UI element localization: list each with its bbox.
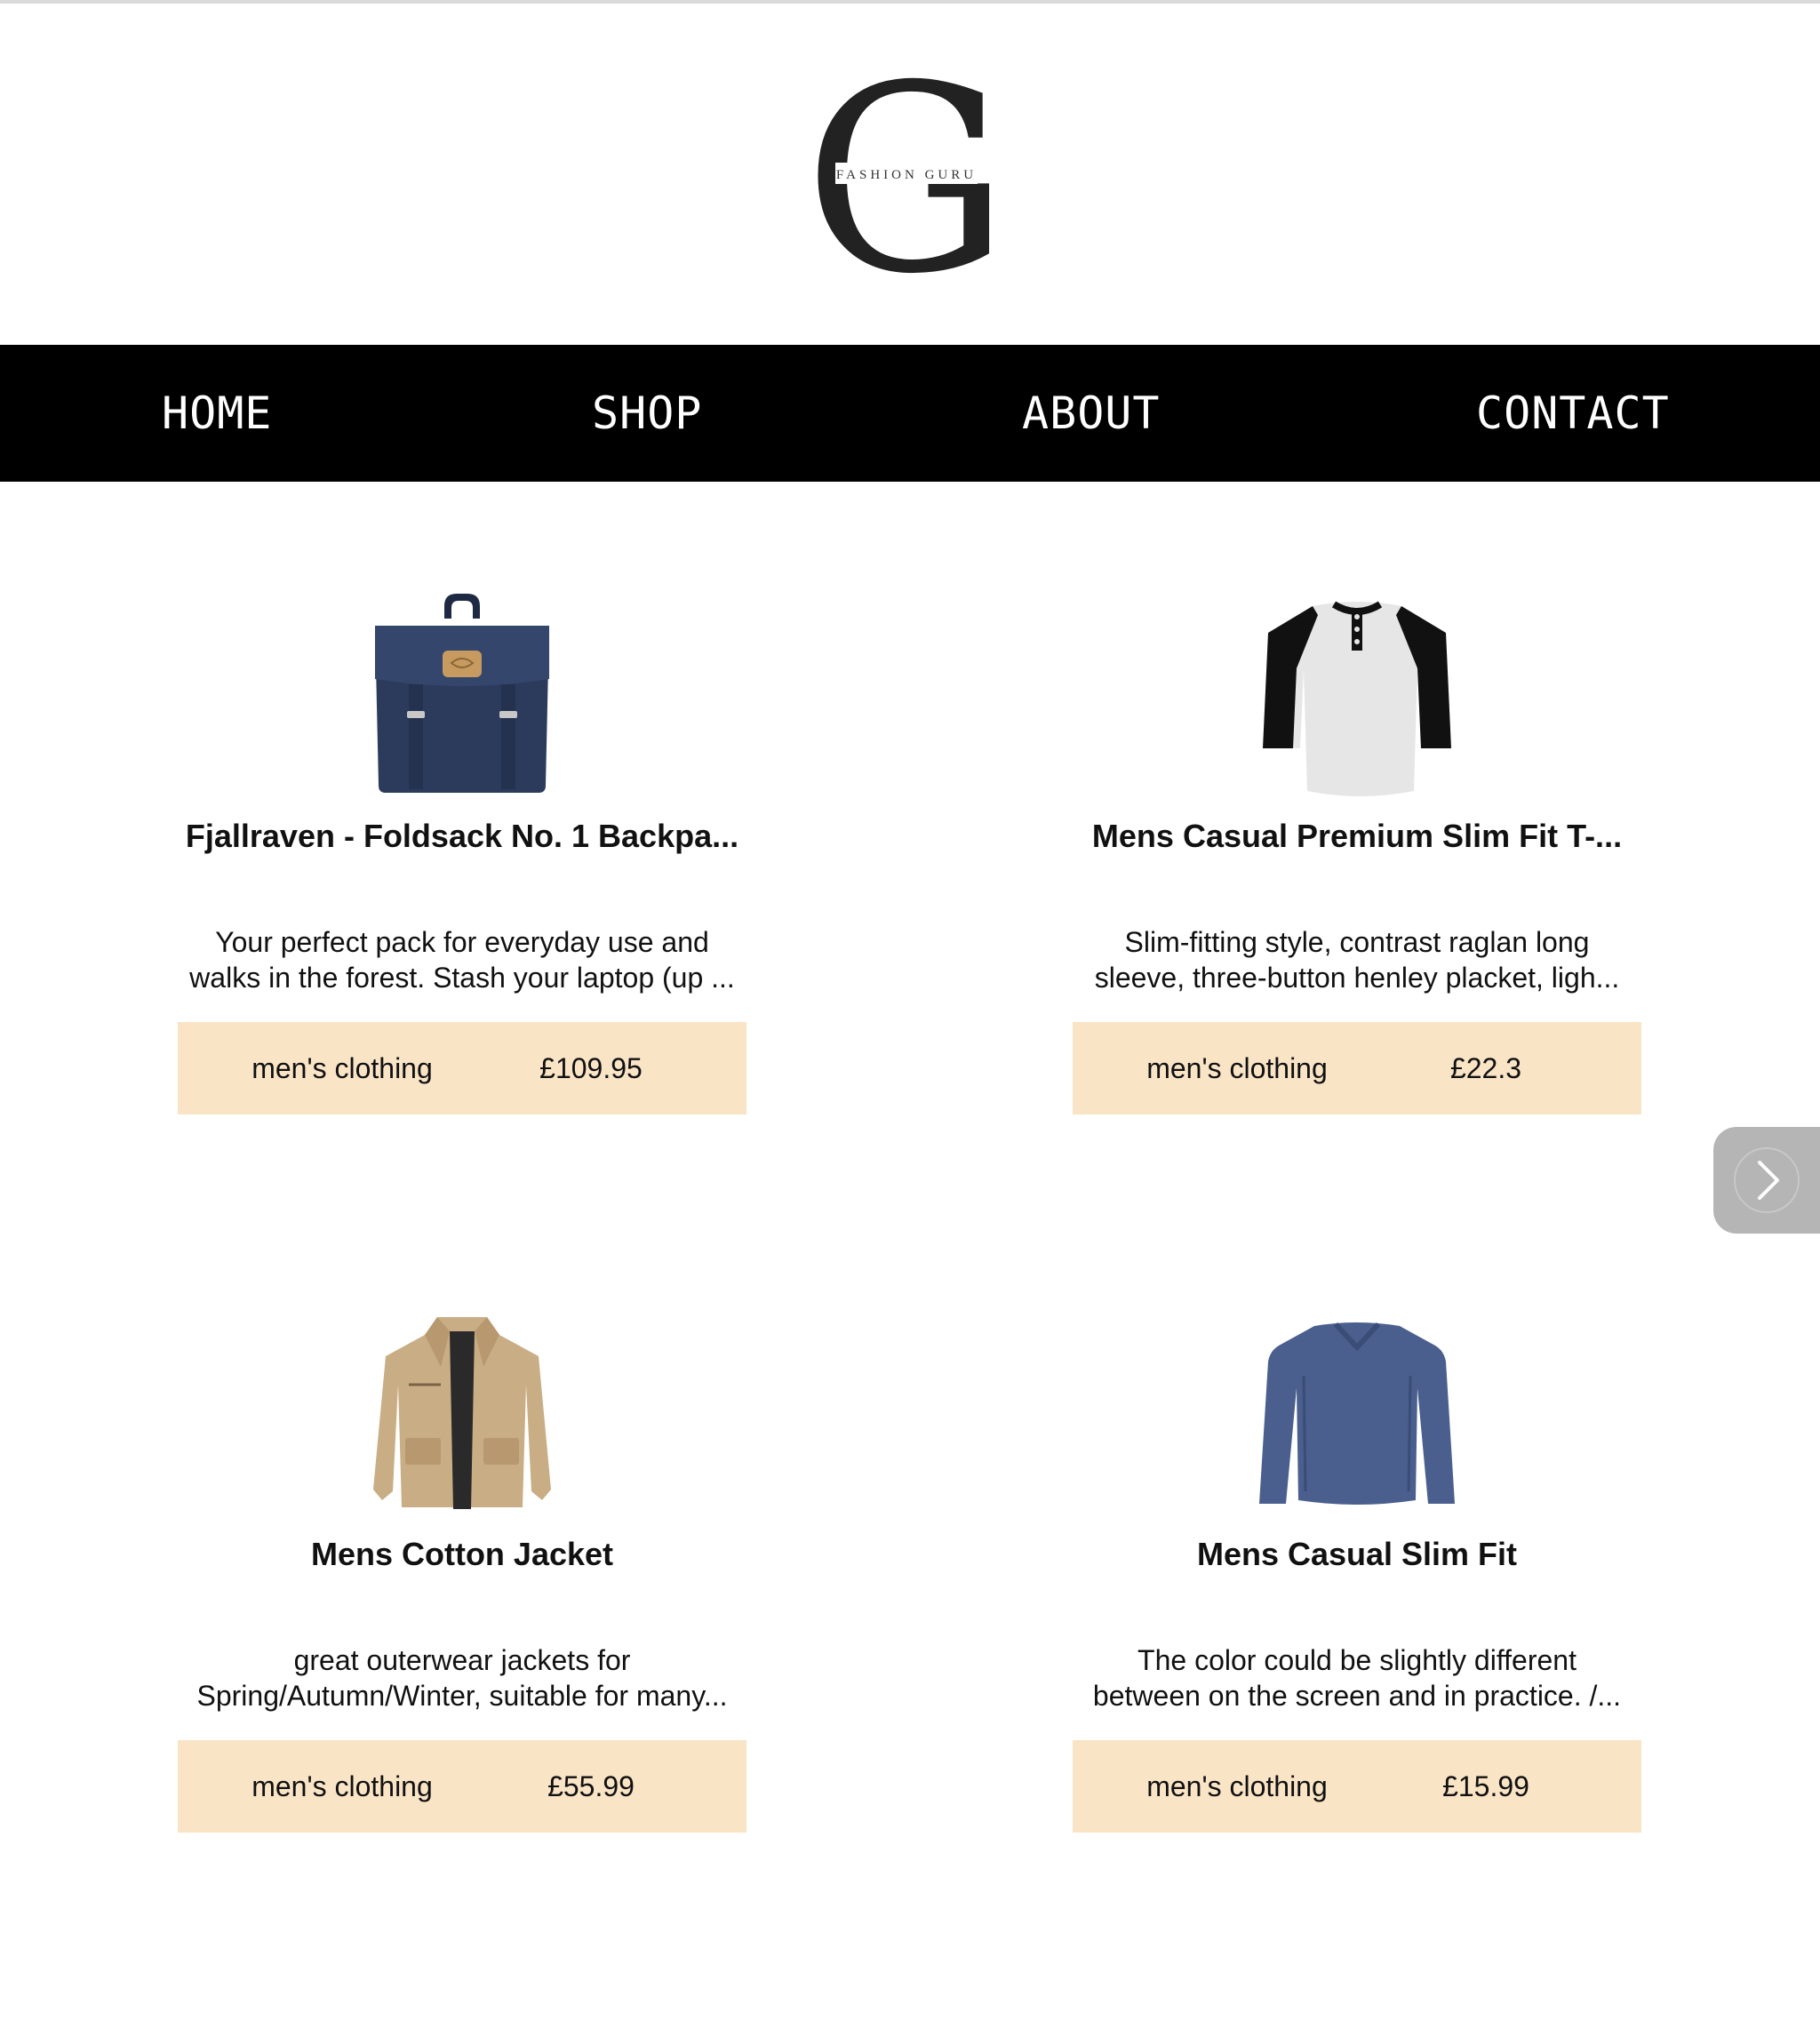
product-card[interactable]: Mens Casual Slim Fit The color could be …: [1073, 1287, 1641, 1909]
product-card[interactable]: Mens Casual Premium Slim Fit T-... Slim-…: [1073, 569, 1641, 1191]
jacket-image[interactable]: [355, 1305, 569, 1518]
product-meta-bar[interactable]: men's clothing £15.99: [1073, 1740, 1641, 1833]
product-description-line: Spring/Autumn/Winter, suitable for many.…: [196, 1680, 728, 1712]
next-page-button[interactable]: [1713, 1127, 1820, 1234]
product-price: £22.3: [1449, 1052, 1522, 1084]
product-description: great outerwear jackets for Spring/Autum…: [178, 1642, 746, 1713]
product-title[interactable]: Mens Cotton Jacket: [178, 1536, 746, 1573]
product-category: men's clothing: [1146, 1052, 1328, 1084]
product-description-line: great outerwear jackets for: [293, 1644, 631, 1676]
product-description: The color could be slightly different be…: [1073, 1642, 1641, 1713]
product-meta-bar[interactable]: men's clothing £55.99: [178, 1740, 746, 1833]
product-description-line: between on the screen and in practice. /…: [1092, 1680, 1622, 1712]
brand-logo[interactable]: G FASHION GURU: [818, 69, 995, 283]
fashion-guru-logo-icon: G FASHION GURU: [818, 69, 995, 283]
nav-item-home[interactable]: HOME: [162, 345, 272, 482]
product-title[interactable]: Mens Casual Slim Fit: [1073, 1536, 1641, 1573]
product-price: £55.99: [547, 1770, 635, 1802]
product-meta-bar[interactable]: men's clothing £109.95: [178, 1022, 746, 1114]
product-description-line: The color could be slightly different: [1138, 1644, 1577, 1676]
product-description-line: walks in the forest. Stash your laptop (…: [189, 962, 735, 994]
product-card[interactable]: Mens Cotton Jacket great outerwear jacke…: [178, 1287, 746, 1909]
product-price: £15.99: [1442, 1770, 1529, 1802]
long-sleeve-shirt-image[interactable]: [1250, 1305, 1464, 1518]
product-category: men's clothing: [1146, 1770, 1328, 1802]
product-category: men's clothing: [251, 1770, 433, 1802]
chevron-right-icon: [1734, 1147, 1800, 1213]
product-description: Slim-fitting style, contrast raglan long…: [1073, 924, 1641, 995]
product-description-line: Slim-fitting style, contrast raglan long: [1124, 926, 1590, 958]
product-title[interactable]: Mens Casual Premium Slim Fit T-...: [1073, 818, 1641, 855]
product-meta-bar[interactable]: men's clothing £22.3: [1073, 1022, 1641, 1114]
backpack-image[interactable]: [355, 587, 569, 800]
product-description-line: sleeve, three-button henley placket, lig…: [1094, 962, 1620, 994]
henley-shirt-image[interactable]: [1250, 587, 1464, 800]
nav-item-about[interactable]: ABOUT: [1022, 345, 1161, 482]
nav-item-shop[interactable]: SHOP: [592, 345, 702, 482]
product-category: men's clothing: [251, 1052, 433, 1084]
product-price: £109.95: [539, 1052, 643, 1084]
product-description: Your perfect pack for everyday use and w…: [178, 924, 746, 995]
product-description-line: Your perfect pack for everyday use and: [215, 926, 709, 958]
top-divider: [0, 0, 1820, 4]
product-card[interactable]: Fjallraven - Foldsack No. 1 Backpa... Yo…: [178, 569, 746, 1191]
product-title[interactable]: Fjallraven - Foldsack No. 1 Backpa...: [178, 818, 746, 855]
nav-item-contact[interactable]: CONTACT: [1476, 345, 1670, 482]
main-nav: HOME SHOP ABOUT CONTACT: [0, 345, 1820, 482]
svg-text:FASHION GURU: FASHION GURU: [836, 168, 977, 182]
